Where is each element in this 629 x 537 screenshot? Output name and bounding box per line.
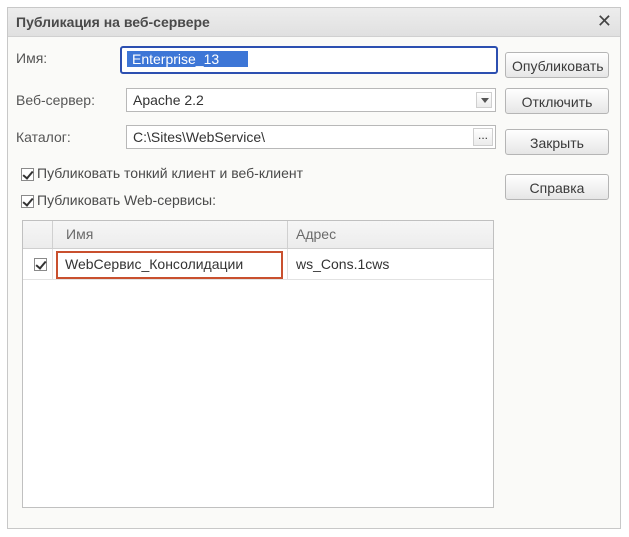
column-divider [287,249,288,279]
title-bar: Публикация на веб-сервере ✕ [8,8,620,37]
catalog-value: C:\Sites\WebService\ [133,129,266,145]
close-button[interactable]: Закрыть [505,129,609,155]
webserver-select[interactable]: Apache 2.2 [126,88,496,112]
publish-dialog: Публикация на веб-сервере ✕ Имя: Enterpr… [7,7,621,529]
publish-web-services-label: Публиковать Web-сервисы: [37,192,216,208]
highlight-box [56,251,283,279]
ellipsis-icon[interactable]: ... [473,128,493,146]
name-value: Enterprise_13 [132,51,220,67]
close-icon[interactable]: ✕ [597,11,612,32]
web-services-table[interactable]: Имя Адрес WebСервис_Консолидации ws_Cons… [22,220,494,508]
column-header-address[interactable]: Адрес [296,226,336,242]
table-header: Имя Адрес [23,221,493,249]
row-address-cell[interactable]: ws_Cons.1cws [296,256,389,272]
webserver-value: Apache 2.2 [133,92,204,108]
dialog-title: Публикация на веб-сервере [16,14,210,30]
column-header-name[interactable]: Имя [66,226,93,242]
help-button[interactable]: Справка [505,174,609,200]
chevron-down-icon[interactable] [476,92,492,108]
webserver-label: Веб-сервер: [16,92,95,108]
publish-thin-client-label: Публиковать тонкий клиент и веб-клиент [37,165,304,181]
table-row[interactable]: WebСервис_Консолидации ws_Cons.1cws [23,249,493,280]
name-input[interactable]: Enterprise_13 [120,46,498,74]
column-divider [52,249,53,279]
catalog-label: Каталог: [16,129,71,145]
publish-web-services-checkbox[interactable] [21,195,34,208]
disable-button[interactable]: Отключить [505,88,609,114]
catalog-input[interactable]: C:\Sites\WebService\ ... [126,125,496,149]
column-divider [287,221,288,248]
row-checkbox[interactable] [34,258,47,271]
name-label: Имя: [16,50,48,66]
publish-button[interactable]: Опубликовать [505,52,609,78]
column-divider [52,221,53,248]
publish-thin-client-checkbox[interactable] [21,168,34,181]
